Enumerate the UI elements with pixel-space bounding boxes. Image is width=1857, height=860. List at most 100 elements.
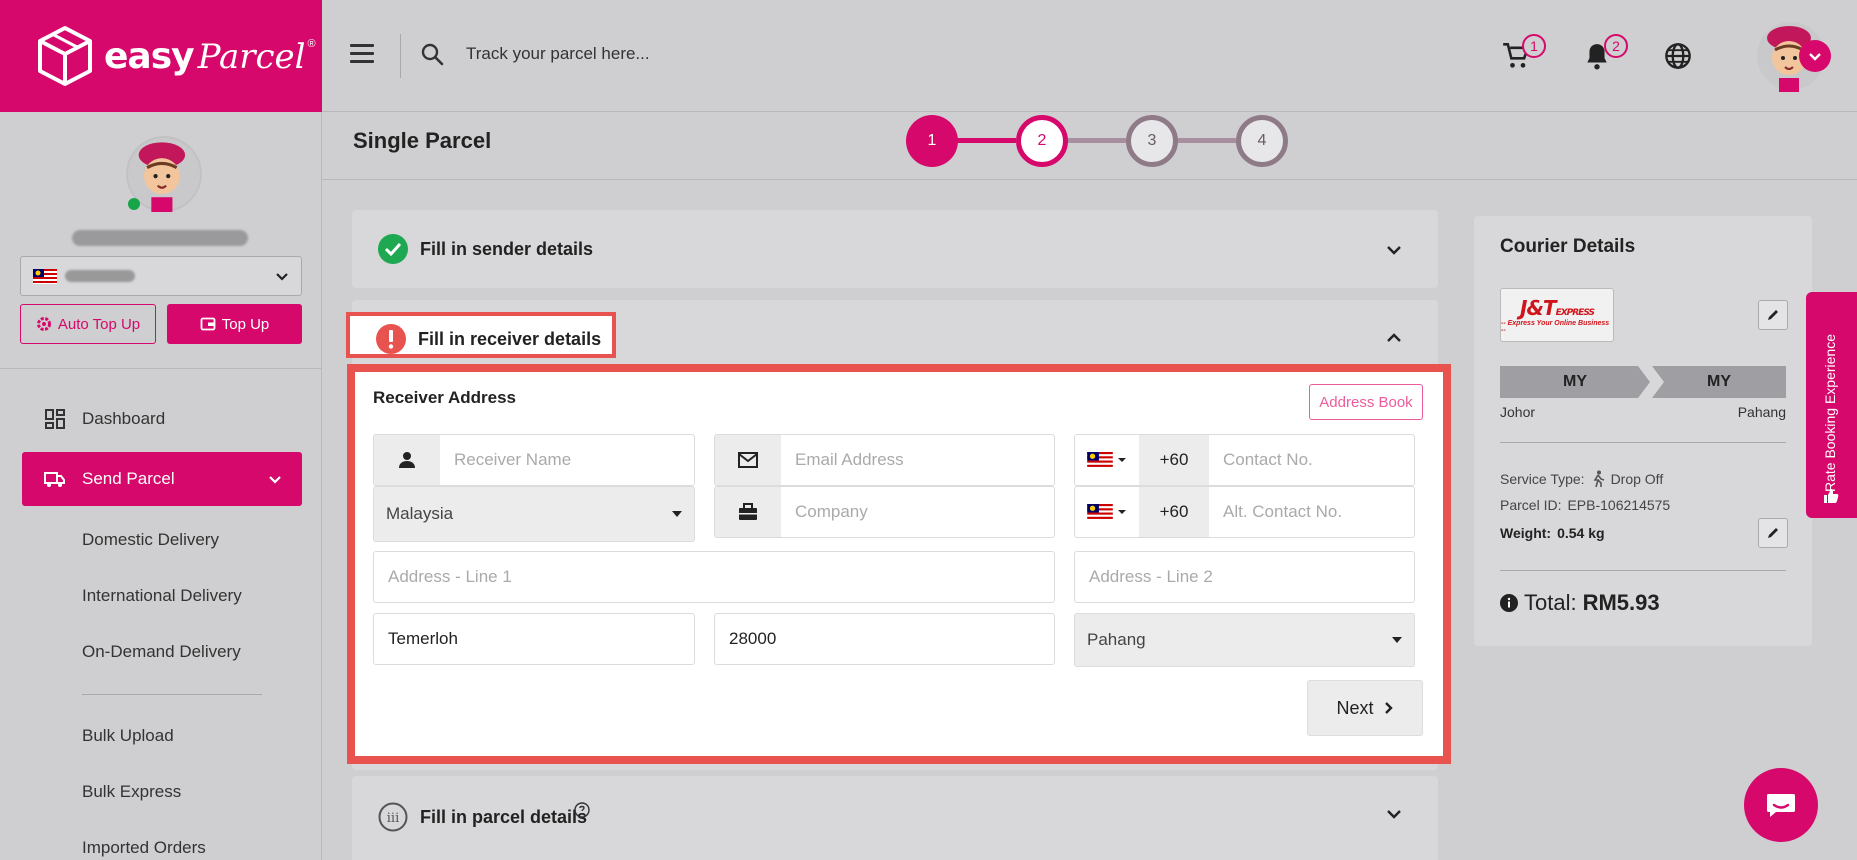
sidebar-item-bulk-express[interactable]: Bulk Express <box>82 782 181 802</box>
top-up-button[interactable]: Top Up <box>167 304 302 344</box>
online-status-dot <box>128 198 140 210</box>
postcode-input[interactable] <box>715 614 1054 664</box>
parcel-weight: Weight: 0.54 kg <box>1500 525 1605 541</box>
chevron-down-icon[interactable] <box>1386 242 1402 258</box>
courier-details-card: Courier Details J&TEXPRESS -- Express Yo… <box>1474 216 1812 646</box>
thumbs-up-icon <box>1824 489 1839 503</box>
sidebar: Auto Top Up Top Up Dashboard Send Parcel… <box>0 112 322 860</box>
parcel-id: Parcel ID: EPB-106214575 <box>1500 497 1671 513</box>
sender-details-section[interactable]: Fill in sender details <box>352 210 1438 288</box>
help-icon[interactable] <box>574 802 590 818</box>
edit-courier-button[interactable] <box>1758 300 1788 330</box>
alt-contact-number-field[interactable]: +60 <box>1074 486 1415 538</box>
step-1[interactable]: 1 <box>906 115 958 167</box>
chevron-down-icon <box>269 476 281 484</box>
service-type: Service Type: Drop Off <box>1500 470 1664 488</box>
chat-button[interactable] <box>1744 768 1818 842</box>
alt-phone-country-dropdown[interactable] <box>1075 487 1139 537</box>
sidebar-item-dashboard[interactable]: Dashboard <box>22 392 302 446</box>
receiver-address-form: Receiver Address Address Book +60 Malays… <box>347 364 1451 764</box>
sidebar-item-domestic-delivery[interactable]: Domestic Delivery <box>82 530 219 550</box>
step-connector <box>956 138 1016 143</box>
address-line-2-input[interactable] <box>1075 552 1414 602</box>
rate-booking-label: Rate Booking Experience <box>1822 334 1838 492</box>
receiver-name-field[interactable] <box>373 434 695 486</box>
caret-down-icon <box>1118 510 1126 514</box>
postcode-field[interactable] <box>714 613 1055 665</box>
menu-toggle-icon[interactable] <box>350 44 374 64</box>
city-input[interactable] <box>374 614 694 664</box>
contact-number-field[interactable]: +60 <box>1074 434 1415 486</box>
address-line-2-field[interactable] <box>1074 551 1415 603</box>
step-iii-icon: iii <box>378 802 408 832</box>
company-field[interactable] <box>714 486 1055 538</box>
user-avatar[interactable] <box>1755 20 1831 92</box>
courier-details-title: Courier Details <box>1500 236 1636 257</box>
alt-phone-code: +60 <box>1139 487 1209 537</box>
receiver-address-title: Receiver Address <box>373 388 517 407</box>
next-button[interactable]: Next <box>1307 680 1423 736</box>
truck-icon <box>44 472 65 487</box>
city-field[interactable] <box>373 613 695 665</box>
destination-country: MY <box>1652 366 1786 398</box>
language-button[interactable] <box>1664 42 1692 75</box>
cart-button[interactable]: 1 <box>1502 34 1546 75</box>
rate-booking-tab[interactable]: Rate Booking Experience <box>1806 292 1857 518</box>
alert-circle-icon <box>376 324 406 354</box>
malaysia-flag-icon <box>33 268 57 284</box>
caret-down-icon <box>1118 458 1126 462</box>
address-line-1-field[interactable] <box>373 551 1055 603</box>
dashboard-icon <box>45 409 65 429</box>
pencil-icon <box>1768 528 1778 538</box>
sidebar-item-send-parcel[interactable]: Send Parcel <box>22 452 302 506</box>
envelope-icon <box>715 435 781 485</box>
receiver-name-input[interactable] <box>440 435 694 485</box>
sidebar-item-bulk-upload[interactable]: Bulk Upload <box>82 726 174 746</box>
company-input[interactable] <box>781 487 1054 537</box>
chevron-up-icon[interactable] <box>1386 330 1402 346</box>
state-select[interactable]: Pahang <box>1074 613 1415 667</box>
address-line-1-input[interactable] <box>374 552 1054 602</box>
phone-country-dropdown[interactable] <box>1075 435 1139 485</box>
contact-number-input[interactable] <box>1209 435 1414 485</box>
info-icon <box>1500 594 1518 612</box>
country-select-value: Malaysia <box>386 504 454 523</box>
step-connector <box>1176 138 1236 143</box>
chevron-down-icon[interactable] <box>1386 806 1402 822</box>
sender-section-title: Fill in sender details <box>420 239 594 259</box>
sidebar-item-on-demand-delivery[interactable]: On-Demand Delivery <box>82 642 241 662</box>
malaysia-flag-icon <box>1087 504 1113 520</box>
sidebar-item-imported-orders[interactable]: Imported Orders <box>82 838 206 858</box>
auto-top-up-button[interactable]: Auto Top Up <box>20 304 156 344</box>
alt-contact-number-input[interactable] <box>1209 487 1414 537</box>
destination-state: Pahang <box>1737 404 1786 420</box>
email-input[interactable] <box>781 435 1054 485</box>
step-4: 4 <box>1236 115 1288 167</box>
chevron-down-icon <box>276 273 288 281</box>
country-select[interactable]: Malaysia <box>373 486 695 542</box>
brand-wordmark: easy Parcel ® <box>104 35 316 77</box>
brand-logo[interactable]: easy Parcel ® <box>0 0 322 112</box>
wallet-icon <box>200 317 216 331</box>
address-book-button[interactable]: Address Book <box>1309 384 1423 420</box>
total-price: Total: RM5.93 <box>1500 590 1660 616</box>
receiver-section-header[interactable]: Fill in receiver details <box>346 312 616 358</box>
cart-count-badge: 1 <box>1522 34 1546 58</box>
top-bar: 1 2 <box>322 0 1857 112</box>
courier-divider <box>1500 570 1786 571</box>
parcel-details-section[interactable]: iii Fill in parcel details <box>352 776 1438 860</box>
edit-weight-button[interactable] <box>1758 518 1788 548</box>
step-2[interactable]: 2 <box>1016 115 1068 167</box>
email-field[interactable] <box>714 434 1055 486</box>
account-country-select[interactable] <box>20 256 302 296</box>
phone-code: +60 <box>1139 435 1209 485</box>
track-parcel-input[interactable] <box>466 36 986 72</box>
pencil-icon <box>1768 310 1778 320</box>
sidebar-divider <box>0 368 322 369</box>
notifications-button[interactable]: 2 <box>1584 34 1628 75</box>
user-menu-chevron-icon[interactable] <box>1799 40 1831 72</box>
briefcase-icon <box>715 487 781 537</box>
caret-down-icon <box>1392 637 1402 643</box>
courier-logo: J&TEXPRESS -- Express Your Online Busine… <box>1500 288 1614 342</box>
sidebar-item-international-delivery[interactable]: International Delivery <box>82 586 242 606</box>
